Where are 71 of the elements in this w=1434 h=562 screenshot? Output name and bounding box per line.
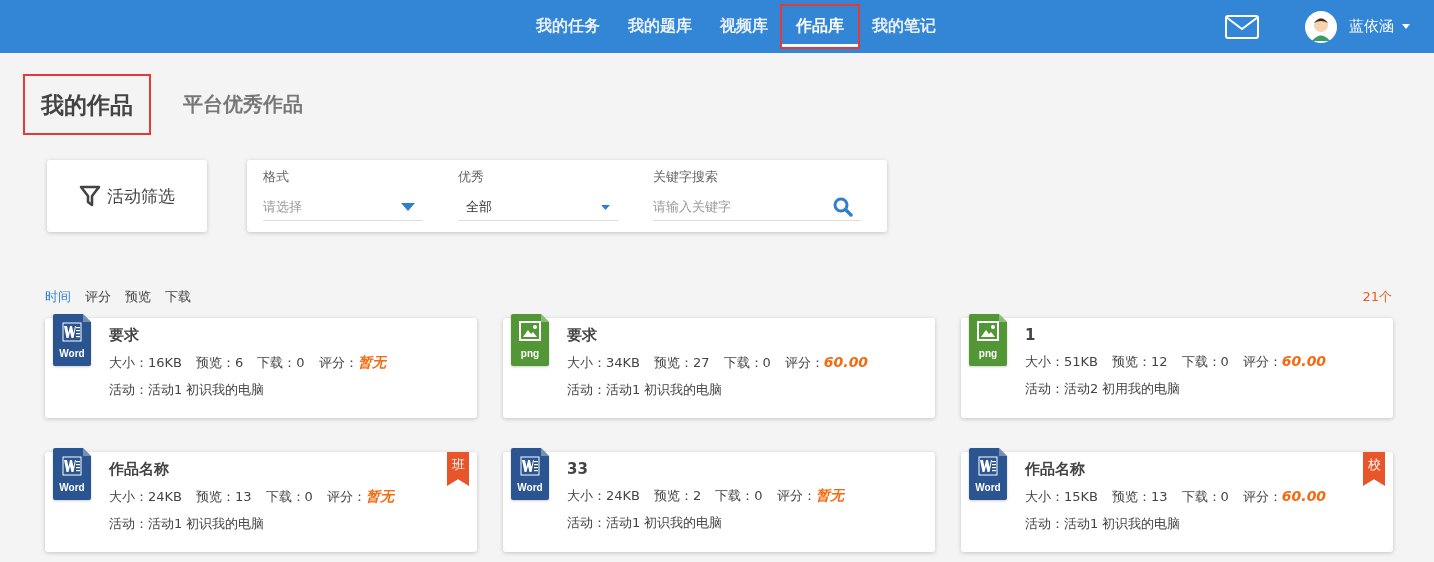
score-value: 暂无 — [815, 487, 844, 505]
activity-text: 活动：活动1 初识我的电脑 — [567, 514, 724, 532]
activity-filter-button[interactable]: 活动筛选 — [47, 160, 207, 232]
file-icon: png — [511, 314, 549, 366]
caret-icon[interactable] — [1402, 24, 1410, 29]
score-value: 暂无 — [365, 488, 394, 506]
filter-icon — [79, 184, 101, 208]
file-icon: Word — [53, 448, 91, 500]
file-icon: png — [969, 314, 1007, 366]
work-title: 作品名称 — [1025, 460, 1086, 479]
result-count: 21个 — [1362, 288, 1392, 306]
sort-option[interactable]: 评分 — [85, 288, 111, 306]
work-stat: 大小：24KB — [567, 487, 640, 505]
score-label: 评分： — [326, 488, 366, 506]
file-icon: Word — [53, 314, 91, 366]
work-stat: 下载：0 — [1181, 488, 1229, 506]
score-value: 暂无 — [357, 354, 386, 372]
work-stat: 大小：51KB — [1025, 353, 1098, 371]
score-value: 60.00 — [1281, 488, 1327, 504]
score-label: 评分： — [1242, 353, 1282, 371]
filter-label: 格式 — [263, 168, 290, 186]
sort-option[interactable]: 下载 — [165, 288, 191, 306]
mail-icon[interactable] — [1225, 14, 1259, 39]
work-stat: 预览：13 — [196, 488, 252, 506]
work-stat: 下载：0 — [1181, 353, 1229, 371]
filter-label: 优秀 — [458, 168, 485, 186]
search-icon[interactable] — [833, 197, 853, 217]
score-label: 评分： — [776, 487, 816, 505]
work-title: 要求 — [109, 326, 140, 345]
activity-text: 活动：活动2 初用我的电脑 — [1025, 380, 1182, 398]
nav-tab[interactable]: 作品库 — [782, 6, 858, 47]
work-title: 33 — [567, 460, 589, 478]
sort-option[interactable]: 时间 — [45, 288, 71, 306]
filter-field[interactable]: 全部 — [458, 194, 618, 221]
file-icon: Word — [511, 448, 549, 500]
activity-text: 活动：活动1 初识我的电脑 — [109, 515, 266, 533]
work-title: 作品名称 — [109, 460, 170, 479]
work-stat: 下载：0 — [265, 488, 313, 506]
activity-text: 活动：活动1 初识我的电脑 — [567, 381, 724, 399]
score-value: 60.00 — [1281, 353, 1327, 369]
ribbon-badge: 班 — [447, 452, 469, 486]
ribbon-badge: 校 — [1363, 452, 1385, 486]
user-name[interactable]: 蓝依涵 — [1349, 17, 1394, 36]
work-stat: 预览：2 — [654, 487, 702, 505]
work-title: 要求 — [567, 326, 598, 345]
work-stat: 大小：24KB — [109, 488, 182, 506]
work-stat: 预览：13 — [1112, 488, 1168, 506]
work-stat: 预览：27 — [654, 354, 710, 372]
work-stat: 大小：34KB — [567, 354, 640, 372]
score-value: 60.00 — [823, 354, 869, 370]
activity-text: 活动：活动1 初识我的电脑 — [1025, 515, 1182, 533]
score-label: 评分： — [784, 354, 824, 372]
dropdown-icon — [401, 203, 415, 211]
file-icon: Word — [969, 448, 1007, 500]
work-title: 1 — [1025, 326, 1037, 344]
sort-option[interactable]: 预览 — [125, 288, 151, 306]
dropdown-icon — [601, 204, 610, 210]
work-stat: 大小：15KB — [1025, 488, 1098, 506]
work-stat: 预览：12 — [1112, 353, 1168, 371]
page-tab[interactable]: 平台优秀作品 — [171, 77, 315, 132]
score-label: 评分： — [318, 354, 358, 372]
work-stat: 大小：16KB — [109, 354, 182, 372]
avatar-icon[interactable] — [1305, 10, 1337, 43]
activity-text: 活动：活动1 初识我的电脑 — [109, 381, 266, 399]
work-stat: 下载：0 — [257, 354, 305, 372]
work-stat: 下载：0 — [715, 487, 763, 505]
filter-label: 关键字搜索 — [653, 168, 719, 186]
work-stat: 预览：6 — [196, 354, 244, 372]
score-label: 评分： — [1242, 488, 1282, 506]
page-tab[interactable]: 我的作品 — [25, 76, 149, 133]
work-stat: 下载：0 — [723, 354, 771, 372]
